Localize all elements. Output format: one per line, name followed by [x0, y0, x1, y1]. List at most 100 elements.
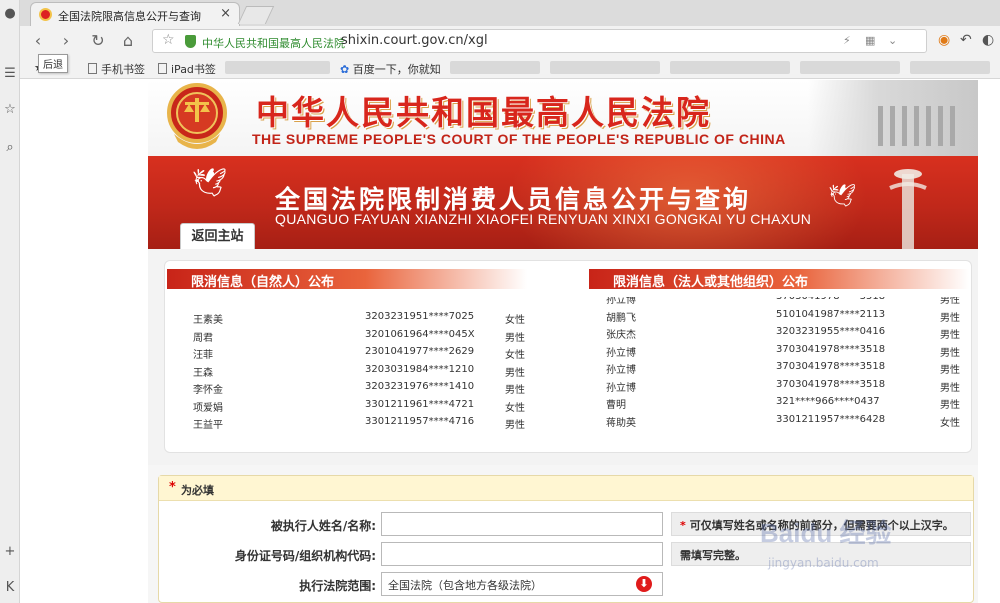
court-header: 中华人民共和国最高人民法院 THE SUPREME PEOPLE'S COURT…	[148, 80, 978, 156]
list-item[interactable]: 汪菲 2301041977****2629 女性	[193, 346, 573, 363]
blurred-bookmark[interactable]	[910, 61, 990, 74]
bookmark-baidu[interactable]: ✿ 百度一下，你就知	[340, 61, 441, 77]
list-item[interactable]: 王益平 3301211957****4716 男性	[193, 416, 573, 433]
id-number: 3703041978****3518	[776, 361, 886, 372]
site-identity: 中华人民共和国最高人民法院	[202, 37, 345, 50]
browser-toolbar: ‹ › ↻ ⌂ ☆ 中华人民共和国最高人民法院 shixin.court.gov…	[20, 26, 1000, 57]
reload-icon[interactable]: ↻	[88, 31, 108, 51]
page-icon	[158, 63, 167, 74]
banner-title-en: QUANGUO FAYUAN XIANZHI XIAOFEI RENYUAN X…	[275, 211, 812, 227]
list-item[interactable]: 曹明 321****966****0437 男性	[606, 396, 966, 413]
id-number: 3703041978****3518	[776, 343, 886, 355]
blurred-bookmark[interactable]	[225, 61, 330, 74]
dove-icon: 🕊	[192, 166, 228, 199]
court-name-cn: 中华人民共和国最高人民法院	[256, 93, 711, 132]
gender: 男性	[940, 365, 960, 376]
id-input[interactable]	[381, 542, 663, 566]
person-name: 李怀金	[193, 385, 223, 396]
person-name: 张庆杰	[606, 330, 636, 341]
id-number: 3201061964****045X	[365, 328, 475, 340]
blurred-bookmark[interactable]	[670, 61, 790, 74]
gender: 女性	[505, 402, 525, 414]
gender: 男性	[505, 420, 525, 431]
blurred-bookmark[interactable]	[550, 61, 660, 74]
person-name: 王素美	[193, 315, 223, 326]
gender: 男性	[940, 382, 960, 394]
huabiao-pillar-icon	[889, 169, 927, 249]
back-tooltip: 后退	[38, 54, 68, 73]
page-icon	[88, 63, 97, 74]
list-item[interactable]: 蒋助英 3301211957****6428 女性	[606, 414, 966, 431]
org-list-header: 限消信息（法人或其他组织）公布	[589, 269, 969, 290]
court-label: 执行法院范围:	[299, 579, 376, 593]
menu-icon[interactable]: ◐	[982, 32, 994, 48]
required-note: 为必填	[181, 484, 214, 497]
list-item[interactable]: 王素美 3203231951****7025 女性	[193, 311, 573, 328]
list-item[interactable]: 孙立博 3703041978****3518 男性	[606, 297, 966, 308]
dropdown-arrow-icon[interactable]: ⬇	[636, 576, 652, 592]
list-item[interactable]: 周君 3201061964****045X 男性	[193, 329, 573, 346]
blurred-bookmark[interactable]	[800, 61, 900, 74]
required-note-bar: * 为必填	[159, 476, 973, 501]
list-item[interactable]: 李怀金 3203231976****1410 男性	[193, 381, 573, 398]
undo-icon[interactable]: ↶	[960, 32, 972, 48]
game-controller-icon[interactable]: ◉	[938, 32, 950, 48]
secure-shield-icon	[185, 35, 196, 48]
qr-code-icon[interactable]: ▦	[865, 34, 875, 47]
court-favicon-icon	[39, 8, 52, 21]
dropdown-chevron-icon[interactable]: ⌄	[888, 34, 897, 47]
gender: 女性	[505, 350, 525, 361]
browser-tab[interactable]: 全国法院限高信息公开与查询 ×	[30, 2, 240, 26]
list-item[interactable]: 孙立博 3703041978****3518 男性	[606, 379, 966, 396]
id-number: 321****966****0437	[776, 396, 880, 407]
bookmark-mobile[interactable]: 手机书签	[88, 61, 145, 77]
id-number: 5101041987****2113	[776, 308, 886, 320]
court-select[interactable]: 全国法院（包含地方各级法院） ⬇	[381, 572, 663, 596]
court-name-en: THE SUPREME PEOPLE'S COURT OF THE PEOPLE…	[252, 131, 786, 147]
bookmark-star-icon[interactable]: ☆	[162, 32, 175, 48]
reading-list-icon[interactable]: ☰	[2, 66, 18, 82]
blurred-bookmark[interactable]	[450, 61, 540, 74]
person-name: 周君	[193, 332, 213, 344]
list-item[interactable]: 孙立博 3703041978****3518 男性	[606, 361, 966, 378]
list-item[interactable]: 孙立博 3703041978****3518 男性	[606, 344, 966, 361]
id-number: 3203231951****7025	[365, 311, 475, 322]
lightning-icon[interactable]: ⚡	[843, 34, 851, 47]
person-name: 胡鹏飞	[606, 312, 636, 324]
gender: 男性	[940, 297, 960, 306]
search-icon[interactable]: ⌕	[2, 140, 18, 156]
add-icon[interactable]: +	[2, 544, 18, 560]
favorites-icon[interactable]: ☆	[2, 102, 18, 118]
gender: 男性	[940, 400, 960, 411]
browser-side-rail: ● ☰ ☆ ⌕ + K	[0, 0, 20, 603]
home-icon[interactable]: ⌂	[118, 31, 138, 51]
list-item[interactable]: 王森 3203031984****1210 男性	[193, 364, 573, 381]
close-tab-icon[interactable]: ×	[220, 6, 231, 21]
court-row: 执行法院范围: 全国法院（包含地方各级法院） ⬇	[159, 572, 973, 598]
id-number: 3203031984****1210	[365, 363, 475, 375]
gender: 男性	[940, 347, 960, 359]
id-number: 3301211957****6428	[776, 413, 886, 425]
gender: 男性	[505, 332, 525, 344]
url-text[interactable]: shixin.court.gov.cn/xgl	[341, 33, 488, 48]
list-item[interactable]: 项爱娟 3301211961****4721 女性	[193, 399, 573, 416]
court-building-image	[808, 80, 978, 156]
back-to-main-site-link[interactable]: 返回主站	[180, 223, 255, 249]
id-number: 3703041978****3518	[776, 378, 886, 390]
court-emblem-icon	[167, 83, 227, 149]
list-item[interactable]: 胡鹏飞 5101041987****2113 男性	[606, 309, 966, 326]
sidebar-toggle-icon[interactable]: K	[2, 580, 18, 596]
name-label: 被执行人姓名/名称:	[270, 519, 376, 533]
new-tab-button[interactable]	[237, 6, 275, 24]
address-bar[interactable]: ☆ 中华人民共和国最高人民法院 shixin.court.gov.cn/xgl …	[152, 29, 927, 53]
forward-icon[interactable]: ›	[56, 31, 76, 51]
required-star: *	[169, 480, 176, 495]
avatar-icon[interactable]: ●	[2, 6, 18, 22]
gender: 男性	[505, 385, 525, 396]
gender: 男性	[940, 312, 960, 324]
name-input[interactable]	[381, 512, 663, 536]
back-icon[interactable]: ‹	[28, 31, 48, 51]
list-item[interactable]: 张庆杰 3203231955****0416 男性	[606, 326, 966, 343]
bookmark-ipad[interactable]: iPad书签	[158, 61, 216, 77]
person-name: 孙立博	[606, 382, 636, 394]
